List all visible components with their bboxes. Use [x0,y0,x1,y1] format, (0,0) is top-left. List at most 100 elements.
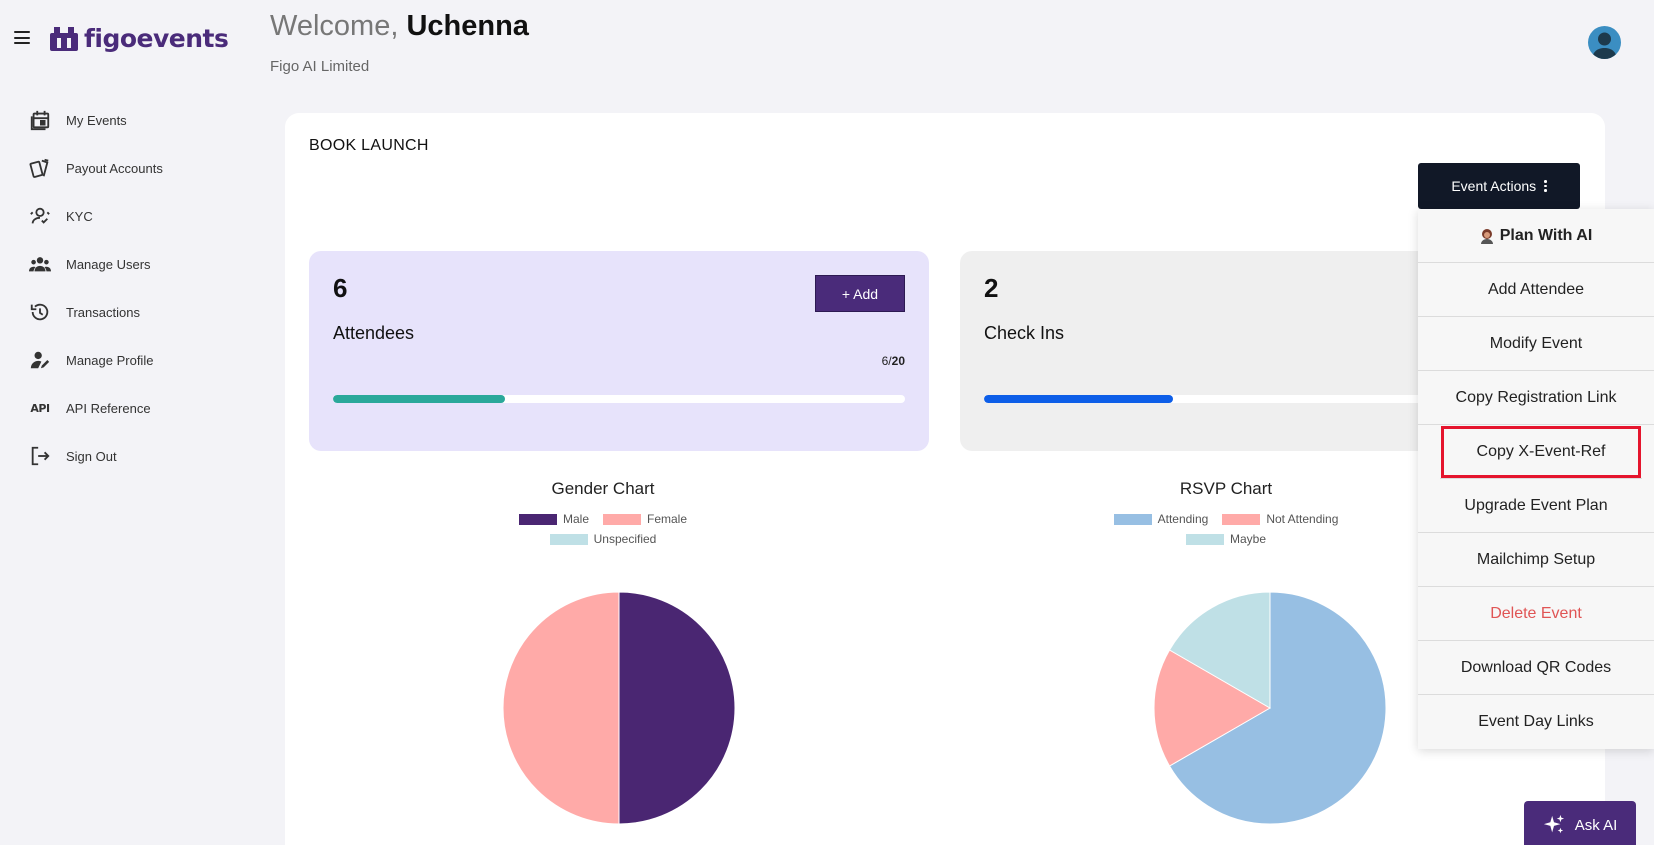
user-edit-icon [28,348,52,372]
cards-icon [28,156,52,180]
sidebar-item-label: Sign Out [66,448,117,464]
attendees-progress-fill [333,395,505,403]
event-actions-menu: Plan With AI Add Attendee Modify Event C… [1418,209,1654,749]
sidebar-item-transactions[interactable]: Transactions [28,288,248,336]
legend-swatch [1222,513,1261,525]
legend-swatch [549,533,588,545]
sidebar-item-label: Manage Users [66,256,151,272]
organization-name: Figo AI Limited [270,58,370,75]
sidebar-item-label: KYC [66,208,93,224]
legend-item-maybe[interactable]: Maybe [1185,532,1267,546]
user-avatar[interactable] [1588,26,1621,59]
pie-slice-female[interactable] [502,591,620,825]
sidebar-item-label: API Reference [66,400,151,416]
menu-item-label: Upgrade Event Plan [1464,496,1608,514]
attendees-label: Attendees [333,323,415,343]
menu-item-modify-event[interactable]: Modify Event [1418,317,1654,371]
ask-ai-label: Ask AI [1574,816,1618,834]
checkins-progress-fill [984,395,1173,403]
gender-chart-legend: Male Female Unspecified [503,512,703,546]
rsvp-pie-chart [1153,591,1387,825]
sidebar-item-label: Payout Accounts [66,160,163,176]
legend-label: Not Attending [1266,512,1339,526]
legend-label: Female [647,512,688,526]
legend-item-unspecified[interactable]: Unspecified [549,532,657,546]
menu-item-add-attendee[interactable]: Add Attendee [1418,263,1654,317]
attendees-count: 6 [333,273,348,303]
sign-out-icon [28,444,52,468]
legend-item-female[interactable]: Female [603,512,687,526]
welcome-prefix: Welcome, [270,10,407,42]
menu-item-copy-registration-link[interactable]: Copy Registration Link [1418,371,1654,425]
menu-item-plan-with-ai[interactable]: Plan With AI [1418,209,1654,263]
menu-item-label: Add Attendee [1487,280,1585,298]
user-verify-icon [28,204,52,228]
sidebar-item-kyc[interactable]: KYC [28,192,248,240]
event-actions-label: Event Actions [1451,178,1537,194]
avatar-icon [1592,32,1617,59]
legend-item-not-attending[interactable]: Not Attending [1222,512,1338,526]
legend-label: Male [562,512,589,526]
legend-swatch [518,513,557,525]
menu-item-label: Mailchimp Setup [1476,550,1596,568]
menu-item-mailchimp-setup[interactable]: Mailchimp Setup [1418,533,1654,587]
user-name: Uchenna [406,10,529,42]
menu-item-label: Event Day Links [1478,713,1594,730]
gender-chart-title: Gender Chart [551,479,655,498]
logo[interactable]: figoevents [48,24,229,53]
menu-item-label: Plan With AI [1499,226,1593,244]
event-title: BOOK LAUNCH [309,137,429,154]
sidebar-item-manage-profile[interactable]: Manage Profile [28,336,248,384]
pie-slice-male[interactable] [618,591,736,825]
sidebar-nav: My Events Payout Accounts KYC Manage Use… [28,96,248,480]
attendees-stat-card: 6 Attendees + Add 6/20 [309,251,929,451]
sidebar-item-api-reference[interactable]: API API Reference [28,384,248,432]
sidebar-item-label: Transactions [66,304,140,320]
sparkle-icon [1543,814,1564,834]
legend-label: Unspecified [593,532,657,546]
legend-label: Maybe [1229,532,1267,546]
menu-item-delete-event[interactable]: Delete Event [1418,587,1654,641]
legend-item-attending[interactable]: Attending [1113,512,1209,526]
legend-label: Attending [1157,512,1209,526]
sidebar-item-my-events[interactable]: My Events [28,96,248,144]
menu-item-download-qr-codes[interactable]: Download QR Codes [1418,641,1654,695]
users-icon [28,252,52,276]
attendees-progress-bar [333,395,905,403]
legend-swatch [1185,533,1224,545]
capacity-max: 20 [891,354,905,368]
checkins-label: Check Ins [984,323,1065,343]
calendar-icon [28,108,52,132]
menu-item-label: Modify Event [1489,334,1583,352]
menu-item-upgrade-event-plan[interactable]: Upgrade Event Plan [1418,479,1654,533]
sidebar-item-label: My Events [66,112,127,128]
rsvp-chart-title: RSVP Chart [1179,479,1273,498]
sidebar-item-manage-users[interactable]: Manage Users [28,240,248,288]
rsvp-chart-legend: Attending Not Attending Maybe [1096,512,1356,546]
menu-item-label: Download QR Codes [1460,658,1612,676]
sidebar-item-sign-out[interactable]: Sign Out [28,432,248,480]
welcome-heading: Welcome, Uchenna [270,10,529,43]
legend-swatch [603,513,641,525]
add-attendee-button[interactable]: + Add [815,275,905,312]
legend-swatch [1113,513,1152,525]
ask-ai-button[interactable]: Ask AI [1524,801,1636,845]
api-icon: API [30,401,50,415]
checkins-count: 2 [984,273,999,303]
menu-item-event-day-links[interactable]: Event Day Links [1418,695,1654,749]
logo-text: figoevents [84,24,229,53]
hamburger-menu-icon[interactable] [14,31,30,44]
sidebar-item-label: Manage Profile [66,352,154,368]
ai-avatar-icon [1480,228,1493,244]
menu-item-copy-x-event-ref[interactable]: Copy X-Event-Ref [1440,425,1642,479]
menu-item-label: Copy Registration Link [1455,388,1617,406]
menu-item-label: Delete Event [1490,604,1582,622]
legend-item-male[interactable]: Male [518,512,589,526]
gender-pie-chart [502,591,736,825]
sidebar-item-payout-accounts[interactable]: Payout Accounts [28,144,248,192]
menu-item-label: Copy X-Event-Ref [1476,442,1606,460]
event-card: BOOK LAUNCH Event Actions 6 Attendees + … [285,113,1605,845]
logo-icon [50,26,78,51]
attendees-capacity: 6/20 [882,354,905,368]
event-actions-button[interactable]: Event Actions [1418,163,1580,209]
